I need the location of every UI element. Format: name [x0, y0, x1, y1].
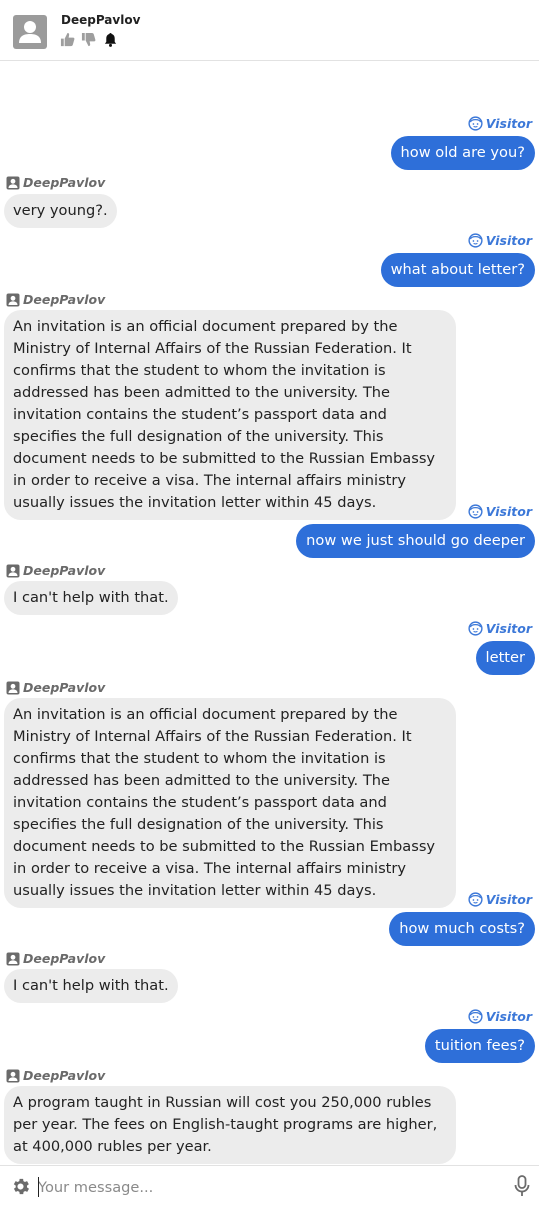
- visitor-face-icon: [468, 1009, 483, 1024]
- visitor-label: Visitor: [468, 892, 532, 907]
- thumbs-up-icon[interactable]: [60, 32, 75, 51]
- user-message: how old are you?: [390, 136, 535, 170]
- visitor-face-icon: [468, 233, 483, 248]
- bot-avatar: [13, 15, 47, 49]
- bot-message: I can't help with that.: [4, 969, 178, 1003]
- bot-avatar-icon: [6, 952, 20, 965]
- bot-label: DeepPavlov: [6, 175, 105, 190]
- visitor-label: Visitor: [468, 233, 532, 248]
- user-message: how much costs?: [389, 912, 535, 946]
- bot-label: DeepPavlov: [6, 951, 105, 966]
- user-silhouette-icon: [19, 21, 41, 43]
- bot-avatar-icon: [6, 176, 20, 189]
- message-input[interactable]: [38, 1175, 498, 1199]
- thumbs-down-icon[interactable]: [81, 32, 96, 51]
- visitor-label: Visitor: [468, 116, 532, 131]
- visitor-face-icon: [468, 504, 483, 519]
- bot-avatar-icon: [6, 564, 20, 577]
- bot-label: DeepPavlov: [6, 1068, 105, 1083]
- user-message: letter: [475, 641, 535, 675]
- user-message: now we just should go deeper: [296, 524, 535, 558]
- visitor-face-icon: [468, 116, 483, 131]
- text-caret: [38, 1177, 39, 1197]
- bell-icon[interactable]: [103, 32, 118, 51]
- message-composer: [0, 1165, 539, 1208]
- message-list[interactable]: Visitor how old are you? DeepPavlov very…: [0, 60, 539, 1165]
- bot-message: An invitation is an official document pr…: [4, 698, 456, 908]
- visitor-face-icon: [468, 621, 483, 636]
- visitor-label: Visitor: [468, 504, 532, 519]
- bot-message: very young?.: [4, 194, 117, 228]
- gear-icon[interactable]: [10, 1176, 31, 1201]
- visitor-face-icon: [468, 892, 483, 907]
- bot-avatar-icon: [6, 681, 20, 694]
- bot-avatar-icon: [6, 1069, 20, 1082]
- bot-message: I can't help with that.: [4, 581, 178, 615]
- user-message: what about letter?: [380, 253, 535, 287]
- chat-header: DeepPavlov: [0, 0, 539, 61]
- bot-avatar-icon: [6, 293, 20, 306]
- bot-name: DeepPavlov: [61, 13, 141, 27]
- microphone-icon[interactable]: [512, 1175, 532, 1201]
- user-message: tuition fees?: [424, 1029, 535, 1063]
- visitor-label: Visitor: [468, 621, 532, 636]
- bot-message: A program taught in Russian will cost yo…: [4, 1086, 456, 1164]
- bot-message: An invitation is an official document pr…: [4, 310, 456, 520]
- bot-label: DeepPavlov: [6, 563, 105, 578]
- bot-label: DeepPavlov: [6, 292, 105, 307]
- visitor-label: Visitor: [468, 1009, 532, 1024]
- bot-label: DeepPavlov: [6, 680, 105, 695]
